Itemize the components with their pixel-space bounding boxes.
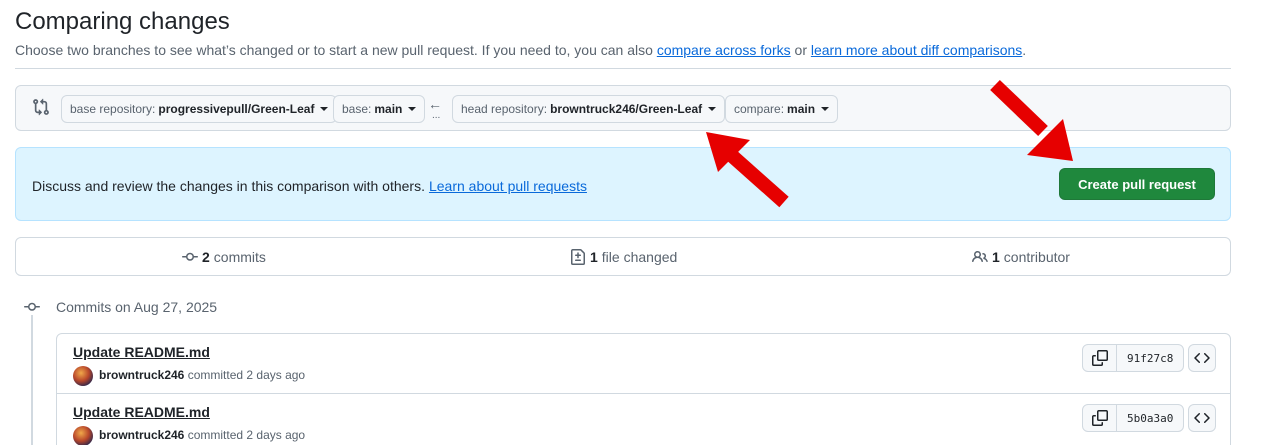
subtitle-or: or xyxy=(794,42,807,58)
compare-info-banner: Discuss and review the changes in this c… xyxy=(15,147,1231,221)
compare-stats-bar: 2 commits 1 file changed 1 contributor xyxy=(15,237,1231,276)
subtitle-text: Choose two branches to see what’s change… xyxy=(15,42,653,58)
copy-sha-button[interactable] xyxy=(1083,405,1117,431)
info-message: Discuss and review the changes in this c… xyxy=(32,178,587,194)
caret-down-icon xyxy=(821,107,830,111)
avatar[interactable] xyxy=(73,426,93,445)
timeline-line xyxy=(31,300,33,445)
subtitle-period: . xyxy=(1022,42,1027,58)
sha-group: 91f27c8 xyxy=(1082,344,1185,372)
commits-label: commits xyxy=(213,249,266,265)
commit-title-link[interactable]: Update README.md xyxy=(73,404,210,420)
title-divider xyxy=(15,68,1231,69)
code-icon xyxy=(1194,412,1210,424)
browse-code-button[interactable] xyxy=(1188,404,1216,432)
browse-code-button[interactable] xyxy=(1188,344,1216,372)
commit-title-link[interactable]: Update README.md xyxy=(73,344,210,360)
commit-sha-link[interactable]: 91f27c8 xyxy=(1117,345,1183,371)
compare-branch-label: compare: xyxy=(734,102,785,116)
git-commit-icon xyxy=(24,299,40,315)
caret-down-icon xyxy=(320,107,329,111)
compare-branch-value: main xyxy=(787,102,816,116)
base-repository-value: progressivepull/Green-Leaf xyxy=(158,102,315,116)
compare-across-forks-link[interactable]: compare across forks xyxy=(657,42,791,58)
contributors-stat[interactable]: 1 contributor xyxy=(972,249,1070,265)
learn-diff-comparisons-link[interactable]: learn more about diff comparisons xyxy=(811,42,1022,58)
files-count: 1 xyxy=(590,249,598,265)
files-changed-stat[interactable]: 1 file changed xyxy=(570,249,677,265)
info-text: Discuss and review the changes in this c… xyxy=(32,178,425,194)
avatar[interactable] xyxy=(73,366,93,386)
commit-author[interactable]: browntruck246 xyxy=(99,368,184,382)
commit-meta: browntruck246 committed 2 days ago xyxy=(99,428,305,442)
caret-down-icon xyxy=(708,107,717,111)
contributors-count: 1 xyxy=(992,249,1000,265)
commits-count: 2 xyxy=(202,249,210,265)
base-repository-select[interactable]: base repository: progressivepull/Green-L… xyxy=(61,95,338,123)
commit-row: Update README.md browntruck246 committed… xyxy=(57,334,1230,393)
commit-list: Update README.md browntruck246 committed… xyxy=(56,333,1231,445)
commit-meta: browntruck246 committed 2 days ago xyxy=(99,368,305,382)
learn-pull-requests-link[interactable]: Learn about pull requests xyxy=(429,178,587,194)
copy-icon xyxy=(1091,350,1108,366)
copy-sha-button[interactable] xyxy=(1083,345,1117,371)
files-label: file changed xyxy=(601,249,678,265)
commit-row: Update README.md browntruck246 committed… xyxy=(57,393,1230,445)
head-repository-value: browntruck246/Green-Leaf xyxy=(550,102,703,116)
sha-group: 5b0a3a0 xyxy=(1082,404,1185,432)
code-icon xyxy=(1194,352,1210,364)
people-icon xyxy=(972,250,988,263)
git-commit-icon xyxy=(182,252,198,261)
file-diff-icon xyxy=(571,249,585,265)
commit-action: committed 2 days ago xyxy=(187,368,306,382)
page-subtitle: Choose two branches to see what’s change… xyxy=(15,42,1026,58)
commit-action: committed 2 days ago xyxy=(187,428,306,442)
base-repository-label: base repository: xyxy=(70,102,156,116)
caret-down-icon xyxy=(408,107,417,111)
base-branch-select[interactable]: base: main xyxy=(333,95,426,123)
compare-branch-select[interactable]: compare: main xyxy=(725,95,839,123)
commits-date-header: Commits on Aug 27, 2025 xyxy=(56,299,218,315)
head-repository-label: head repository: xyxy=(461,102,548,116)
commits-stat[interactable]: 2 commits xyxy=(182,249,266,265)
range-editor: base repository: progressivepull/Green-L… xyxy=(15,85,1231,131)
head-repository-select[interactable]: head repository: browntruck246/Green-Lea… xyxy=(452,95,726,123)
base-branch-value: main xyxy=(374,102,403,116)
create-pull-request-button[interactable]: Create pull request xyxy=(1059,168,1215,200)
range-dots: ... xyxy=(432,110,441,121)
git-compare-icon xyxy=(33,98,49,116)
base-branch-label: base: xyxy=(342,102,372,116)
commit-author[interactable]: browntruck246 xyxy=(99,428,184,442)
commit-sha-link[interactable]: 5b0a3a0 xyxy=(1117,405,1183,431)
copy-icon xyxy=(1091,410,1108,426)
page-title: Comparing changes xyxy=(15,8,230,35)
contributors-label: contributor xyxy=(1003,249,1070,265)
